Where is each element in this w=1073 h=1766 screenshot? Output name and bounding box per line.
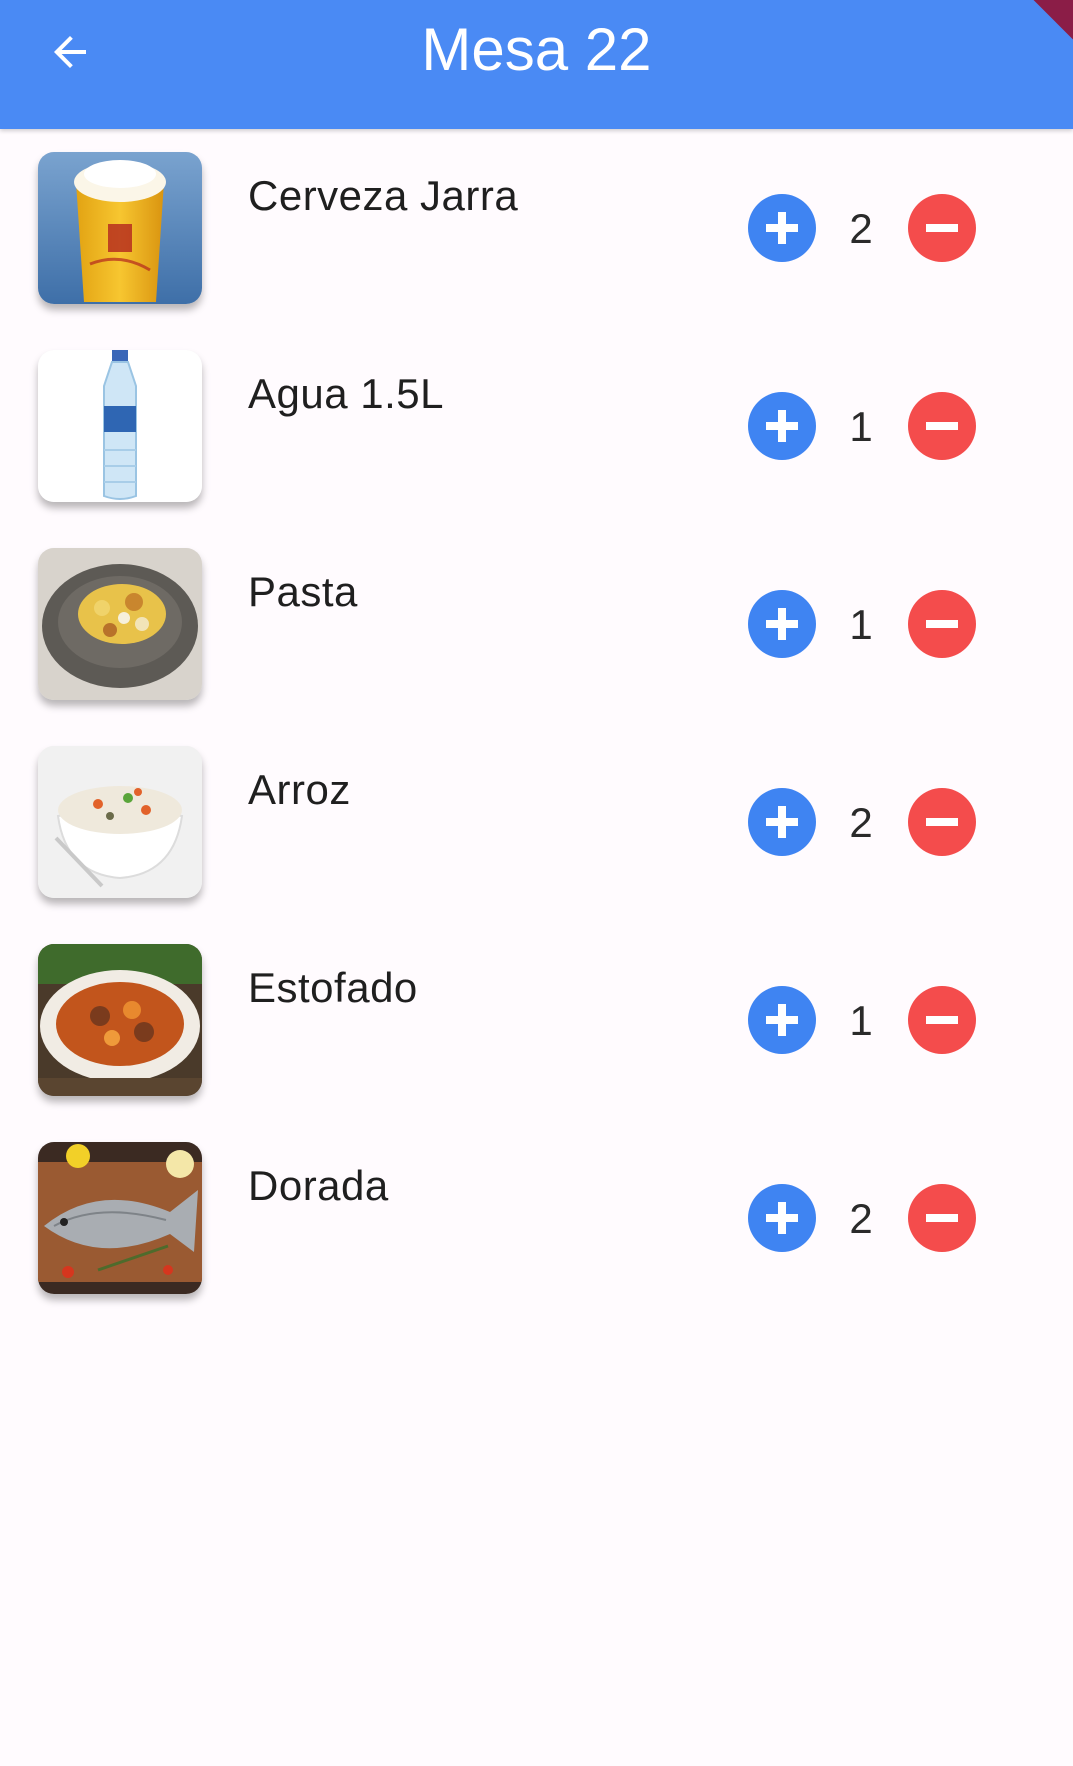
debug-banner: [1013, 0, 1073, 60]
list-item: Agua 1.5L 1: [0, 327, 1073, 525]
list-item: Pasta 1: [0, 525, 1073, 723]
remove-button[interactable]: [908, 986, 976, 1054]
quantity-value: 2: [849, 1195, 873, 1242]
remove-icon: [926, 1016, 958, 1024]
add-button[interactable]: [748, 986, 816, 1054]
quantity-value: 1: [849, 997, 873, 1044]
item-name: Pasta: [248, 568, 358, 615]
list-item: Dorada 2: [0, 1119, 1073, 1317]
remove-button[interactable]: [908, 1184, 976, 1252]
list-item: Cerveza Jarra 2: [0, 129, 1073, 327]
item-name: Dorada: [248, 1162, 389, 1209]
quantity-value: 2: [849, 205, 873, 252]
beer-mug-image: [38, 152, 202, 304]
add-button[interactable]: [748, 194, 816, 262]
add-icon: [766, 1202, 798, 1234]
add-icon: [766, 1004, 798, 1036]
stew-plate-image: [38, 944, 202, 1096]
remove-button[interactable]: [908, 590, 976, 658]
add-button[interactable]: [748, 392, 816, 460]
add-icon: [766, 608, 798, 640]
rice-bowl-image: [38, 746, 202, 898]
item-name: Cerveza Jarra: [248, 172, 519, 219]
remove-icon: [926, 818, 958, 826]
add-button[interactable]: [748, 590, 816, 658]
add-icon: [766, 212, 798, 244]
remove-button[interactable]: [908, 392, 976, 460]
item-name: Agua 1.5L: [248, 370, 445, 417]
quantity-value: 1: [849, 403, 873, 450]
app-bar: Mesa 22: [0, 0, 1073, 129]
remove-button[interactable]: [908, 788, 976, 856]
pasta-plate-image: [38, 548, 202, 700]
item-name: Estofado: [248, 964, 418, 1011]
remove-icon: [926, 224, 958, 232]
add-icon: [766, 806, 798, 838]
list-item: Arroz 2: [0, 723, 1073, 921]
remove-icon: [926, 620, 958, 628]
remove-icon: [926, 422, 958, 430]
list-item: Estofado 1: [0, 921, 1073, 1119]
add-icon: [766, 410, 798, 442]
page-title: Mesa 22: [421, 16, 652, 83]
water-bottle-image: [38, 350, 202, 502]
remove-icon: [926, 1214, 958, 1222]
remove-button[interactable]: [908, 194, 976, 262]
add-button[interactable]: [748, 1184, 816, 1252]
quantity-value: 1: [849, 601, 873, 648]
sea-bream-fish-image: [38, 1142, 202, 1294]
order-list: Cerveza Jarra 2 Agua 1.5L 1 Pasta 1 Arro…: [0, 129, 1073, 1317]
add-button[interactable]: [748, 788, 816, 856]
item-name: Arroz: [248, 766, 351, 813]
quantity-value: 2: [849, 799, 873, 846]
